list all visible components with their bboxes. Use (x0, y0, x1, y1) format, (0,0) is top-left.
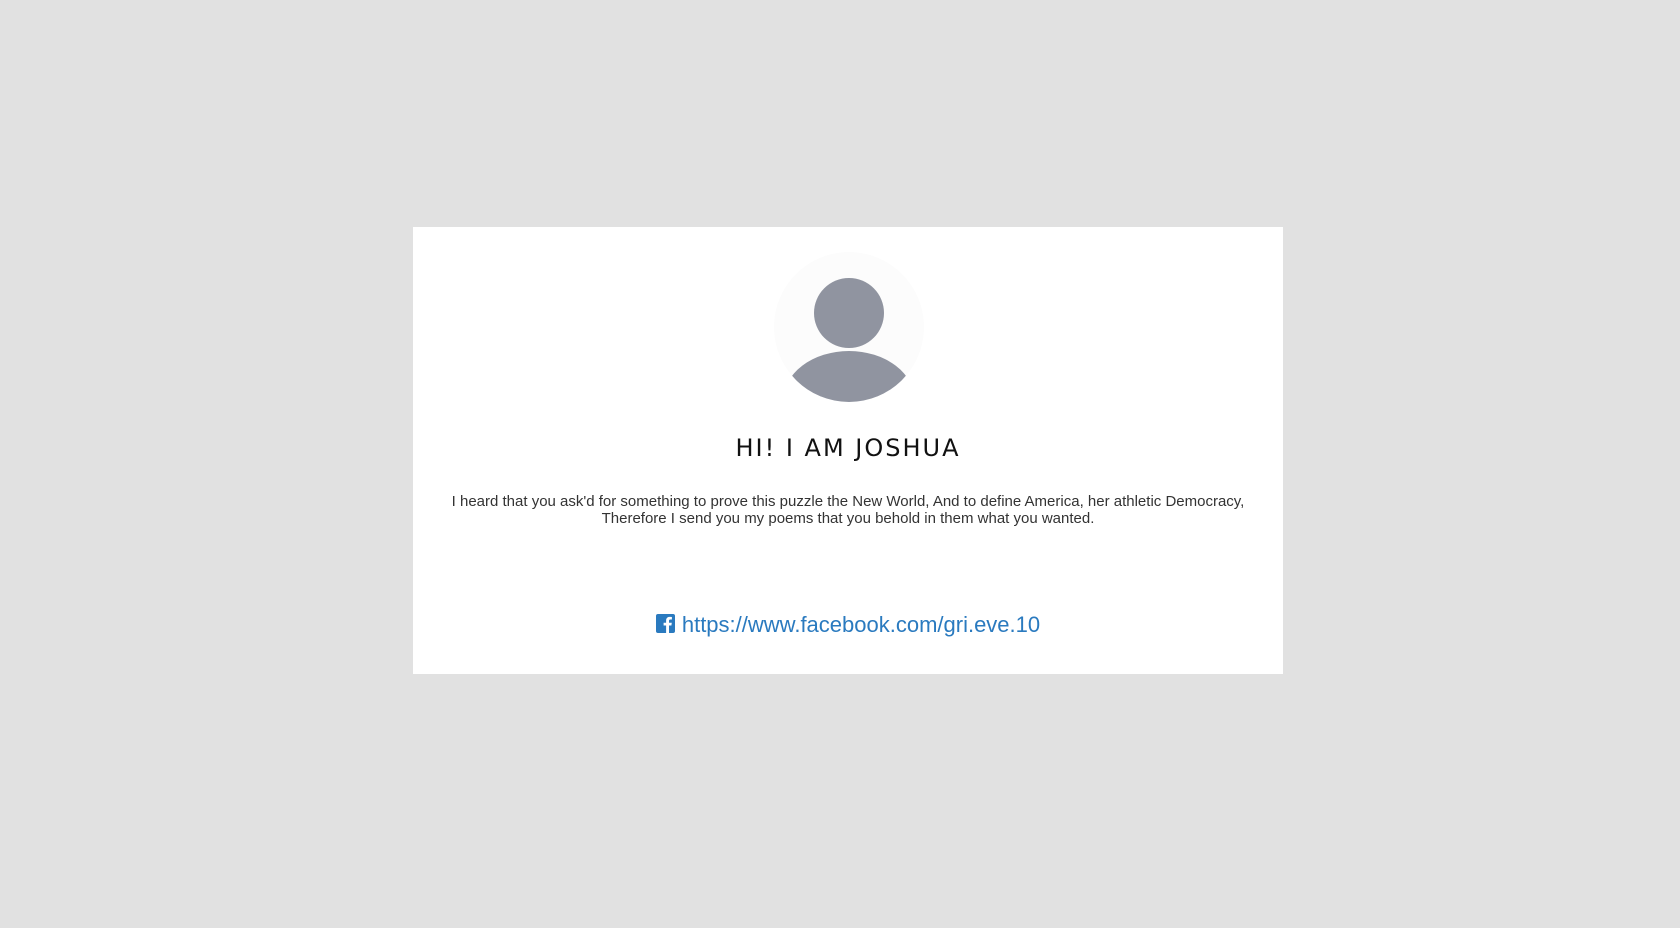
avatar-body (783, 351, 915, 402)
profile-title: HI! I AM JOSHUA (735, 434, 961, 462)
profile-bio: I heard that you ask'd for something to … (451, 493, 1245, 527)
user-silhouette-icon (774, 252, 924, 402)
profile-card: HI! I AM JOSHUA I heard that you ask'd f… (413, 227, 1283, 674)
social-link-row: https://www.facebook.com/gri.eve.10 (413, 612, 1283, 638)
avatar-svg (783, 278, 915, 402)
avatar-head (814, 278, 884, 348)
facebook-link[interactable]: https://www.facebook.com/gri.eve.10 (682, 612, 1040, 638)
facebook-icon[interactable] (655, 613, 675, 633)
